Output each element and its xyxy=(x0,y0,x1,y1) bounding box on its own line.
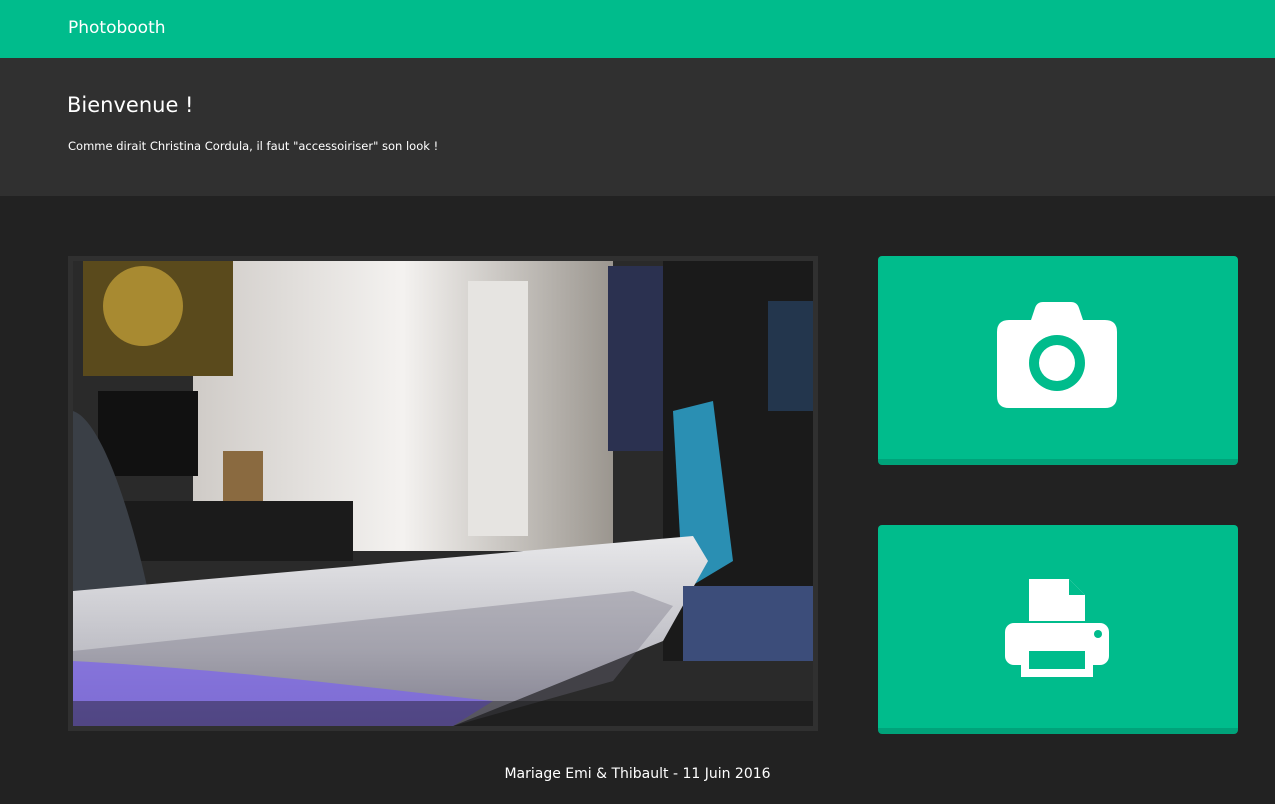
welcome-banner: Bienvenue ! Comme dirait Christina Cordu… xyxy=(0,58,1275,196)
top-navbar: Photobooth xyxy=(0,0,1275,58)
camera-preview-image xyxy=(73,261,813,726)
camera-icon xyxy=(997,302,1117,408)
welcome-text: Comme dirait Christina Cordula, il faut … xyxy=(68,139,439,153)
brand-link[interactable]: Photobooth xyxy=(68,17,166,39)
take-photo-button[interactable] xyxy=(878,256,1238,465)
footer-caption: Mariage Emi & Thibault - 11 Juin 2016 xyxy=(504,766,771,782)
printer-icon xyxy=(1005,579,1109,677)
print-button[interactable] xyxy=(878,525,1238,734)
camera-preview xyxy=(68,256,818,731)
page-title: Bienvenue ! xyxy=(67,93,194,117)
